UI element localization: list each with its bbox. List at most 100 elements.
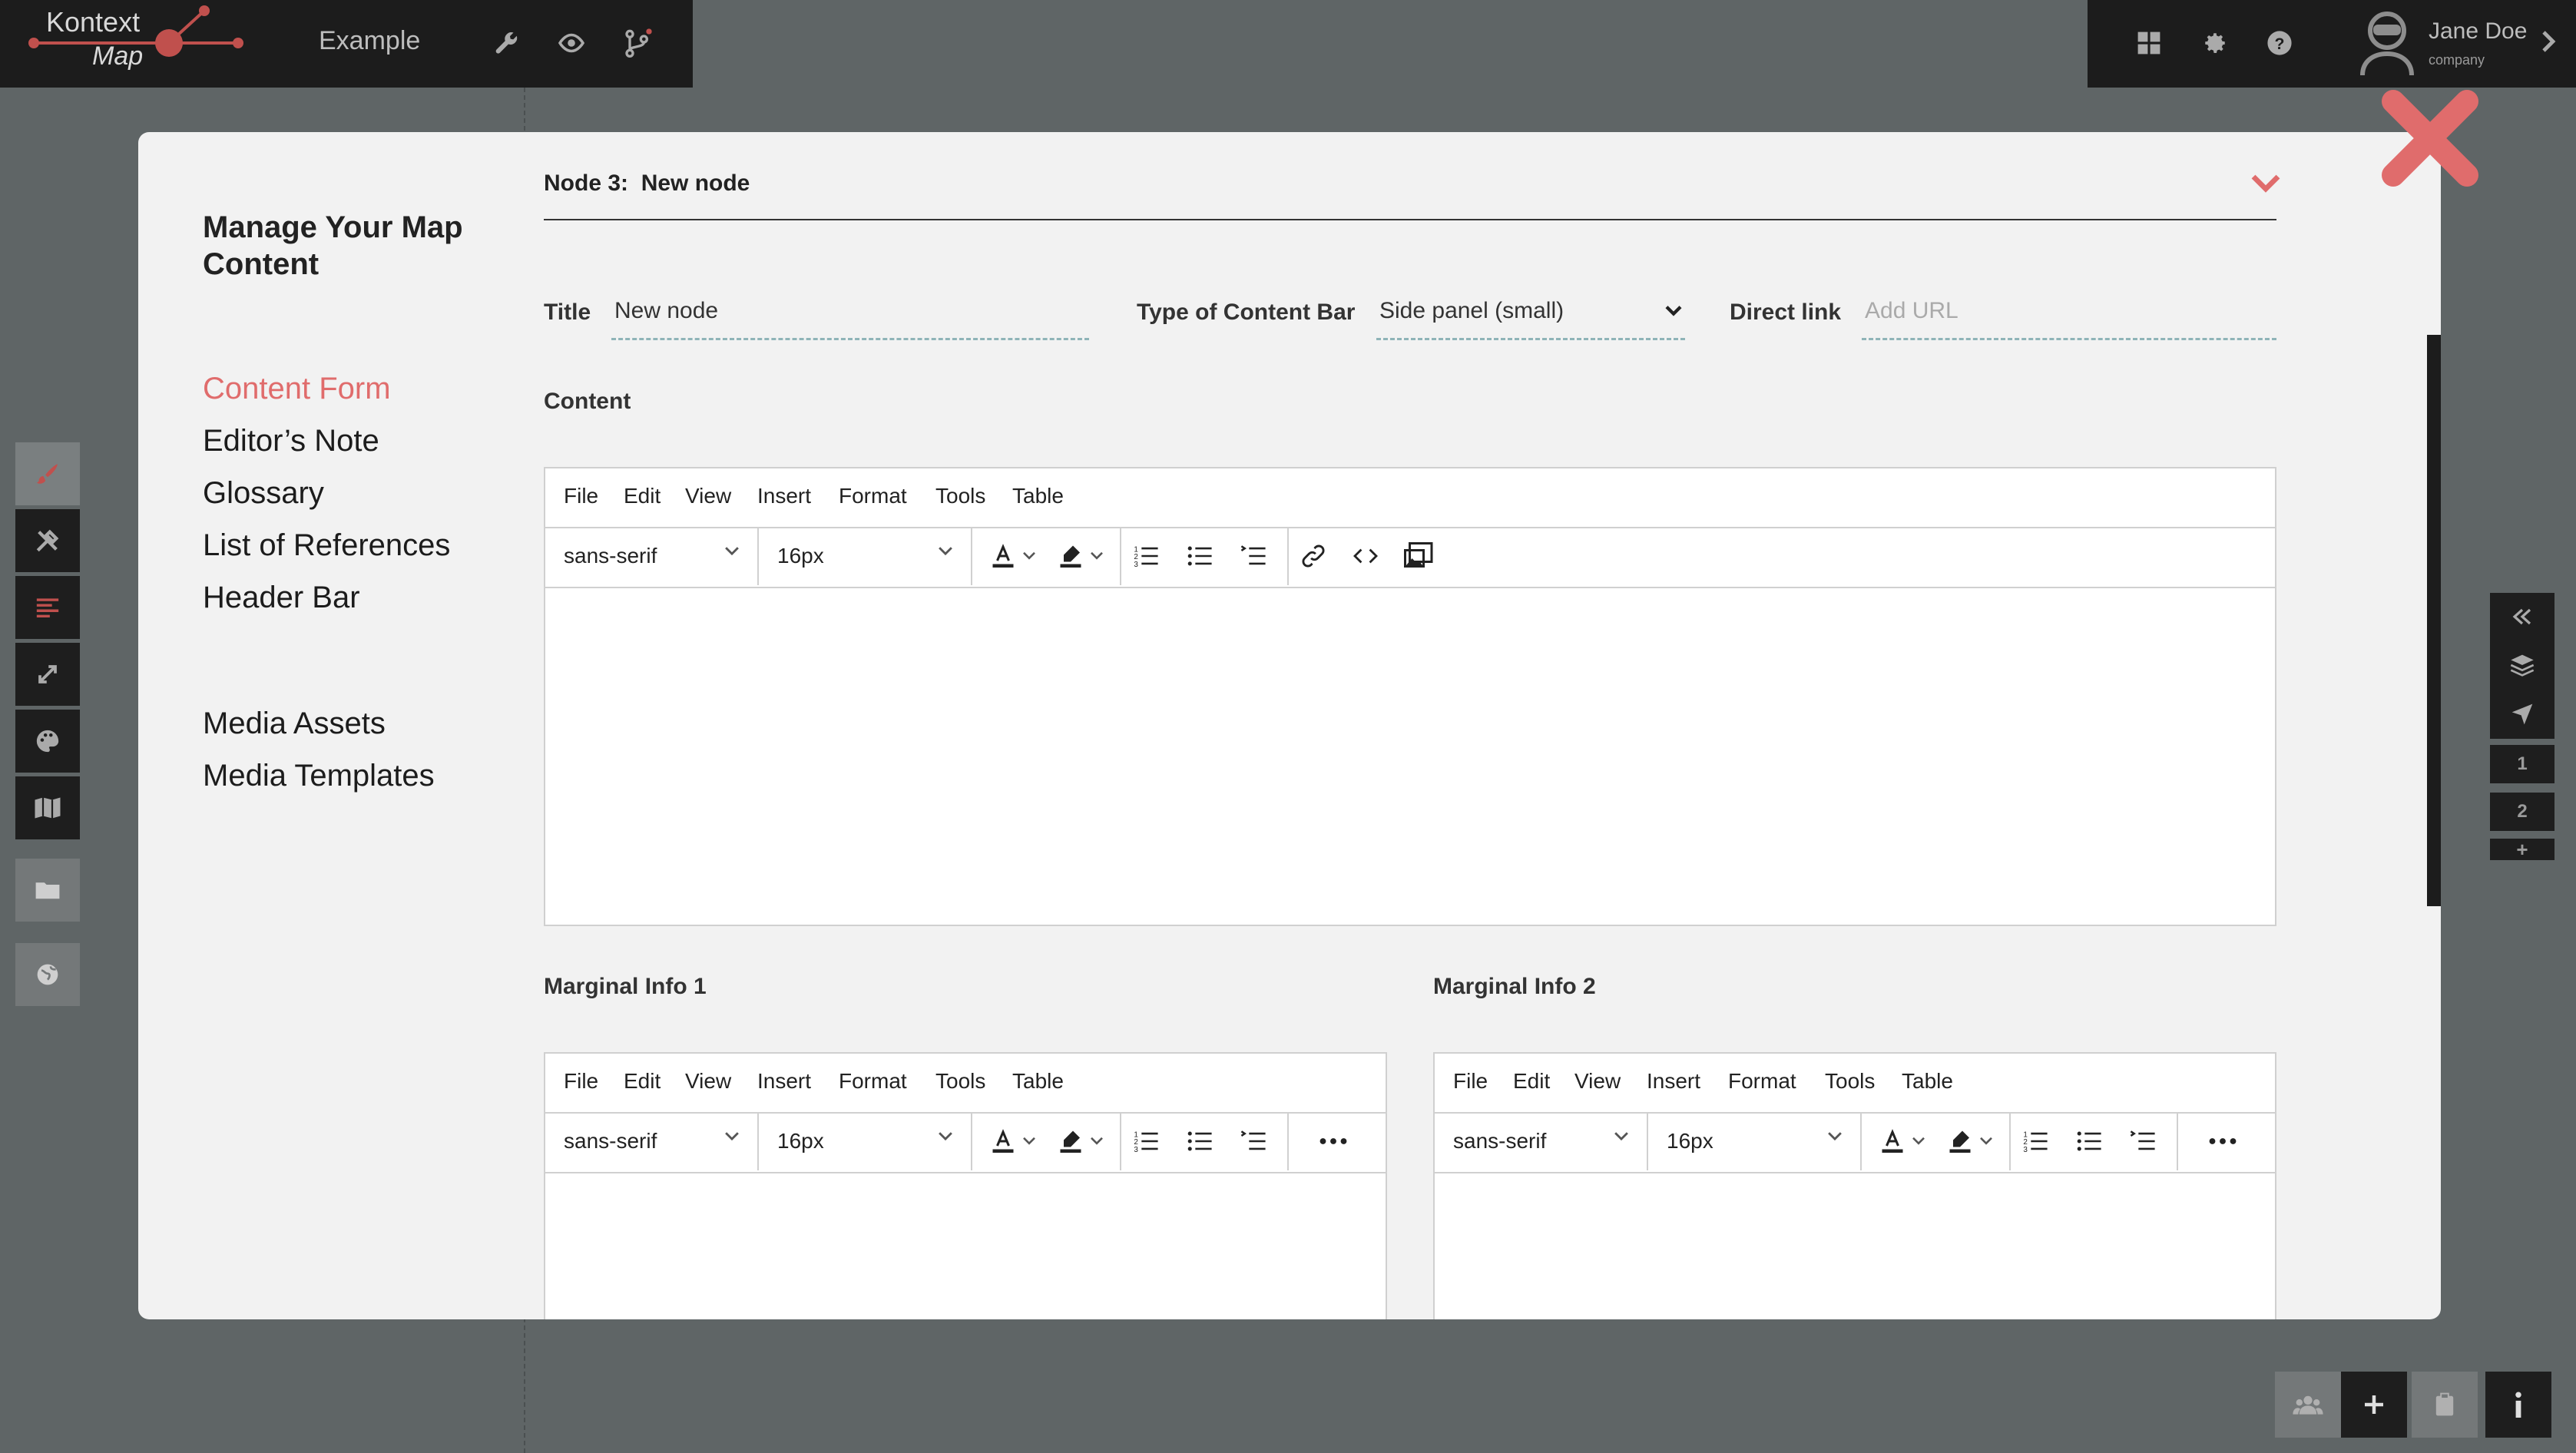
menu-format[interactable]: Format [839, 1069, 907, 1094]
tool-resize[interactable] [15, 643, 80, 706]
branch-icon[interactable] [619, 25, 656, 61]
menu-view[interactable]: View [685, 484, 731, 508]
node-header[interactable]: Node 3: New node [544, 170, 750, 197]
info-button[interactable] [2485, 1372, 2551, 1438]
tool-brush[interactable] [15, 442, 80, 505]
content-editor[interactable]: File Edit View Insert Format Tools Table… [544, 467, 2276, 926]
sidebar-link-references[interactable]: List of References [203, 528, 450, 563]
menu-edit[interactable]: Edit [1513, 1069, 1550, 1094]
menu-insert[interactable]: Insert [757, 484, 811, 508]
tool-content[interactable] [15, 576, 80, 639]
title-input[interactable]: New node [614, 298, 718, 324]
menu-file[interactable]: File [1453, 1069, 1488, 1094]
chevron-down-icon[interactable] [1909, 1126, 1928, 1157]
menu-tools[interactable]: Tools [935, 1069, 985, 1094]
font-size-select[interactable]: 16px [759, 527, 972, 585]
chevron-down-icon[interactable] [1088, 1126, 1106, 1157]
clipboard-button[interactable] [2412, 1372, 2478, 1438]
add-page-button[interactable]: + [2490, 838, 2554, 861]
logo-text-kontext: Kontext [46, 6, 141, 38]
avatar[interactable] [2358, 11, 2416, 77]
media-icon[interactable] [1402, 541, 1433, 571]
font-family-select[interactable]: sans-serif [545, 1112, 759, 1170]
help-icon[interactable]: ? [2261, 25, 2298, 61]
code-icon[interactable] [1350, 541, 1381, 571]
eye-icon[interactable] [553, 25, 590, 61]
sidebar-link-media-assets[interactable]: Media Assets [203, 707, 386, 741]
menu-format[interactable]: Format [839, 484, 907, 508]
highlight-icon[interactable] [1945, 1126, 1975, 1157]
sidebar-link-glossary[interactable]: Glossary [203, 476, 324, 511]
project-title[interactable]: Example [319, 26, 420, 56]
tool-palette[interactable] [15, 710, 80, 773]
highlight-icon[interactable] [1055, 1126, 1086, 1157]
more-options-icon[interactable] [1318, 1126, 1349, 1157]
menu-file[interactable]: File [564, 484, 598, 508]
sidebar-link-content-form[interactable]: Content Form [203, 372, 391, 406]
link-icon[interactable] [1298, 541, 1329, 571]
text-color-icon[interactable] [1877, 1126, 1908, 1157]
text-color-icon[interactable] [988, 541, 1018, 571]
wrench-icon[interactable] [488, 25, 525, 61]
outdent-icon[interactable] [2127, 1126, 2158, 1157]
collapse-panel-button[interactable] [2490, 593, 2554, 642]
modal-scrollbar[interactable] [2427, 335, 2441, 906]
font-family-select[interactable]: sans-serif [545, 527, 759, 585]
locate-button[interactable] [2490, 690, 2554, 739]
chevron-down-icon[interactable] [1977, 1126, 1995, 1157]
menu-edit[interactable]: Edit [624, 1069, 661, 1094]
users-button[interactable] [2275, 1372, 2341, 1438]
menu-file[interactable]: File [564, 1069, 598, 1094]
menu-table[interactable]: Table [1012, 484, 1064, 508]
bullet-list-icon[interactable] [1184, 1126, 1215, 1157]
menu-table[interactable]: Table [1012, 1069, 1064, 1094]
bullet-list-icon[interactable] [1184, 541, 1215, 571]
gear-icon[interactable] [2197, 25, 2233, 61]
marginal-info-1-editor[interactable]: File Edit View Insert Format Tools Table… [544, 1052, 1387, 1319]
select-chevron-icon[interactable] [1664, 304, 1684, 322]
menu-insert[interactable]: Insert [757, 1069, 811, 1094]
outdent-icon[interactable] [1238, 541, 1269, 571]
menu-format[interactable]: Format [1728, 1069, 1796, 1094]
menu-tools[interactable]: Tools [1825, 1069, 1875, 1094]
sidebar-link-editors-note[interactable]: Editor’s Note [203, 424, 379, 458]
menu-table[interactable]: Table [1902, 1069, 1953, 1094]
marginal-info-2-editor[interactable]: File Edit View Insert Format Tools Table… [1433, 1052, 2276, 1319]
direct-link-input[interactable]: Add URL [1865, 298, 1958, 324]
more-options-icon[interactable] [2207, 1126, 2238, 1157]
menu-view[interactable]: View [1574, 1069, 1621, 1094]
highlight-icon[interactable] [1055, 541, 1086, 571]
close-modal-button[interactable] [2378, 86, 2482, 190]
chevron-down-icon[interactable] [2250, 174, 2281, 197]
sidebar-link-header-bar[interactable]: Header Bar [203, 581, 360, 615]
bullet-list-icon[interactable] [2074, 1126, 2104, 1157]
sidebar-link-media-templates[interactable]: Media Templates [203, 759, 435, 793]
chevron-down-icon[interactable] [1088, 541, 1106, 571]
font-size-select[interactable]: 16px [1648, 1112, 1862, 1170]
font-family-select[interactable]: sans-serif [1435, 1112, 1648, 1170]
outdent-icon[interactable] [1238, 1126, 1269, 1157]
text-color-icon[interactable] [988, 1126, 1018, 1157]
numbered-list-icon[interactable]: 123 [2020, 1126, 2051, 1157]
grid-icon[interactable] [2131, 25, 2167, 61]
menu-tools[interactable]: Tools [935, 484, 985, 508]
menu-view[interactable]: View [685, 1069, 731, 1094]
layers-button[interactable] [2490, 640, 2554, 690]
tool-map[interactable] [15, 776, 80, 839]
menu-insert[interactable]: Insert [1647, 1069, 1700, 1094]
page-button-2[interactable]: 2 [2490, 793, 2554, 831]
menu-edit[interactable]: Edit [624, 484, 661, 508]
tool-design[interactable] [15, 509, 80, 572]
tool-globe[interactable] [15, 943, 80, 1006]
content-bar-select[interactable]: Side panel (small) [1379, 298, 1564, 324]
add-button[interactable] [2341, 1372, 2407, 1438]
chevron-down-icon[interactable] [1020, 1126, 1038, 1157]
chevron-right-icon[interactable] [2541, 29, 2556, 58]
numbered-list-icon[interactable]: 123 [1131, 1126, 1161, 1157]
font-size-select[interactable]: 16px [759, 1112, 972, 1170]
user-name[interactable]: Jane Doe [2429, 18, 2527, 45]
numbered-list-icon[interactable]: 123 [1131, 541, 1161, 571]
page-button-1[interactable]: 1 [2490, 745, 2554, 783]
tool-folder[interactable] [15, 859, 80, 922]
chevron-down-icon[interactable] [1020, 541, 1038, 571]
